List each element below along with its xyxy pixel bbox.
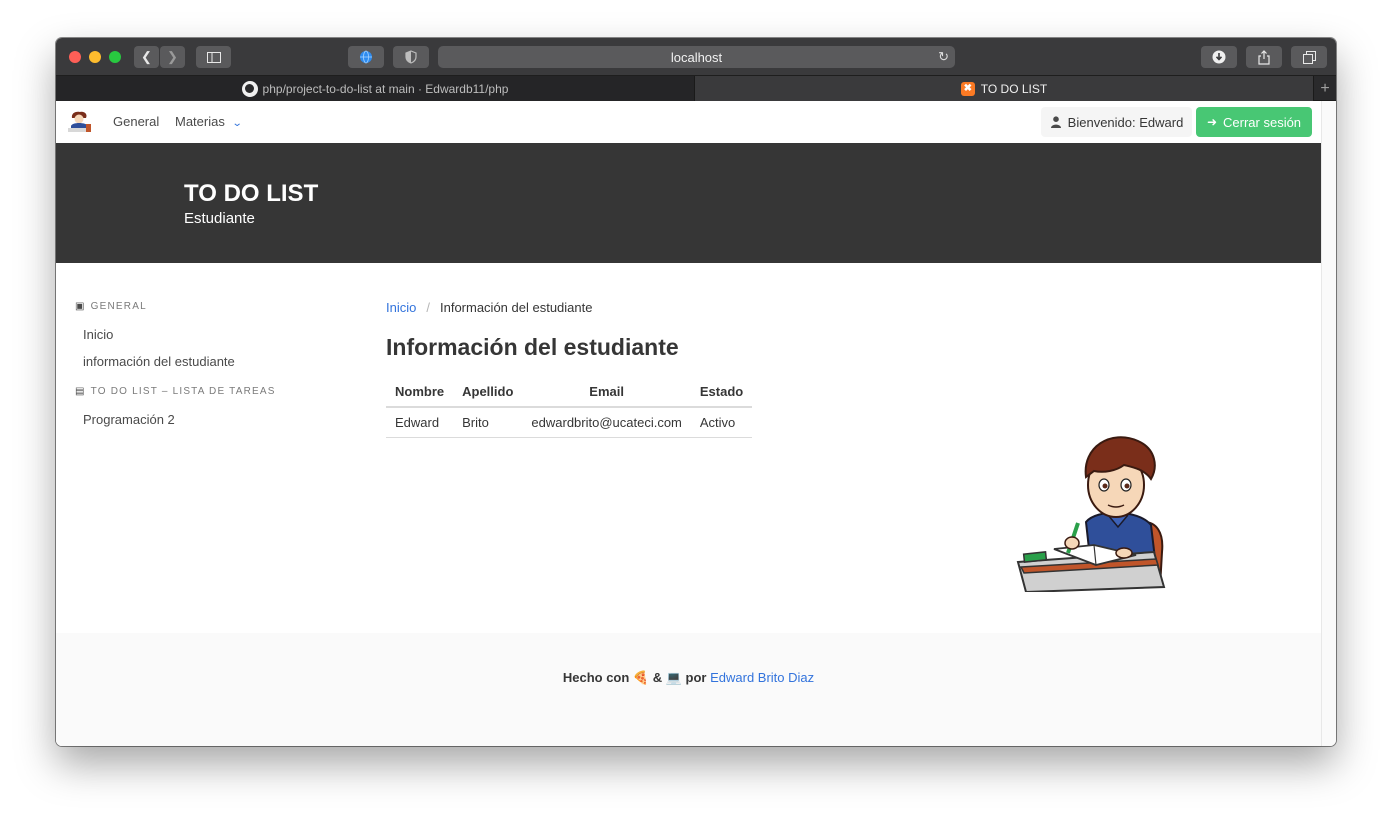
url-text: localhost [670,49,723,65]
new-tab-icon[interactable]: + [1313,76,1336,101]
menu-label-text: TO DO LIST – LISTA DE TAREAS [90,386,276,397]
close-window-button[interactable] [69,51,81,63]
tab-overview-icon[interactable] [1291,46,1327,68]
cell-email: edwardbrito@ucateci.com [522,407,691,438]
student-logo-icon[interactable] [66,110,94,134]
table-header-row: Nombre Apellido Email Estado [386,379,753,408]
breadcrumb: Inicio / Información del estudiante [386,300,592,315]
nav-general[interactable]: General [113,114,159,129]
breadcrumb-home[interactable]: Inicio [386,300,416,315]
menu-item-inicio[interactable]: Inicio [83,327,113,342]
forward-icon[interactable]: ❯ [160,46,185,68]
user-icon [1050,116,1061,128]
reload-icon[interactable]: ↻ [938,49,949,65]
browser-titlebar: ❮ ❯ localhost ↻ [56,38,1336,76]
footer-author-link[interactable]: Edward Brito Diaz [710,670,814,685]
welcome-label: Bienvenido: Edward [1067,114,1184,130]
downloads-icon[interactable] [1201,46,1237,68]
table-row: Edward Brito edwardbrito@ucateci.com Act… [386,407,753,438]
menu-label-text: GENERAL [90,301,147,312]
nav-materias-dropdown[interactable]: Materias ⌄ [175,114,243,129]
column-header-nombre: Nombre [386,379,454,408]
menu-item-programacion-2[interactable]: Programación 2 [83,412,175,427]
column-header-estado: Estado [690,379,753,408]
cell-nombre: Edward [386,407,454,438]
cell-apellido: Brito [453,407,523,438]
tab-github[interactable]: php/project-to-do-list at main · Edwardb… [56,76,695,101]
maximize-window-button[interactable] [109,51,121,63]
xampp-icon: ✖ [960,81,975,96]
menu-label-todo: ▤ TO DO LIST – LISTA DE TAREAS [75,386,276,397]
student-table: Nombre Apellido Email Estado Edward Brit… [386,379,753,438]
logout-label: Cerrar sesión [1223,114,1302,130]
nav-materias-label: Materias [175,114,225,129]
window-icon: ▤ [75,386,86,397]
page-scrollbar[interactable] [1321,101,1336,746]
tab-bar: php/project-to-do-list at main · Edwardb… [56,76,1336,101]
hero-subtitle: Estudiante [184,210,255,227]
sign-out-icon: ➜ [1206,115,1218,129]
breadcrumb-separator: / [426,300,430,315]
footer: Hecho con 🍕 & 💻 por Edward Brito Diaz [56,633,1321,746]
logout-button[interactable]: ➜ Cerrar sesión [1196,107,1312,137]
tab-todo-list[interactable]: ✖ TO DO LIST [695,76,1313,101]
shield-extension-icon[interactable] [393,46,429,68]
globe-extension-icon[interactable] [348,46,384,68]
navbar: General Materias ⌄ Bienvenido: Edward ➜ C… [56,101,1321,143]
breadcrumb-current: Información del estudiante [439,300,593,315]
hero-title: TO DO LIST [184,180,319,207]
address-bar[interactable]: localhost ↻ [438,46,955,68]
chevron-down-icon: ⌄ [231,118,243,129]
share-icon[interactable] [1246,46,1282,68]
page-title: Información del estudiante [386,334,679,360]
footer-text: Hecho con 🍕 & 💻 por Edward Brito Diaz [56,670,1321,686]
sidebar-toggle-icon[interactable] [196,46,231,68]
column-header-email: Email [522,379,691,408]
laptop-icon: ▣ [75,301,86,312]
hero-banner: TO DO LIST Estudiante [56,143,1321,263]
browser-window: ❮ ❯ localhost ↻ php/project-to-do-list a… [56,38,1336,746]
menu-label-general: ▣ GENERAL [75,301,147,312]
github-icon [241,80,258,97]
tab-label: php/project-to-do-list at main · Edwardb… [262,81,509,96]
welcome-button[interactable]: Bienvenido: Edward [1041,107,1192,137]
cell-estado: Activo [690,407,753,438]
back-icon[interactable]: ❮ [134,46,159,68]
footer-made-with: Hecho con 🍕 & 💻 por [562,670,707,685]
minimize-window-button[interactable] [89,51,101,63]
tab-label: TO DO LIST [980,81,1048,96]
column-header-apellido: Apellido [453,379,523,408]
student-illustration [1016,436,1166,592]
page-viewport: General Materias ⌄ Bienvenido: Edward ➜ C… [56,101,1321,746]
menu-item-student-info[interactable]: información del estudiante [83,354,235,369]
